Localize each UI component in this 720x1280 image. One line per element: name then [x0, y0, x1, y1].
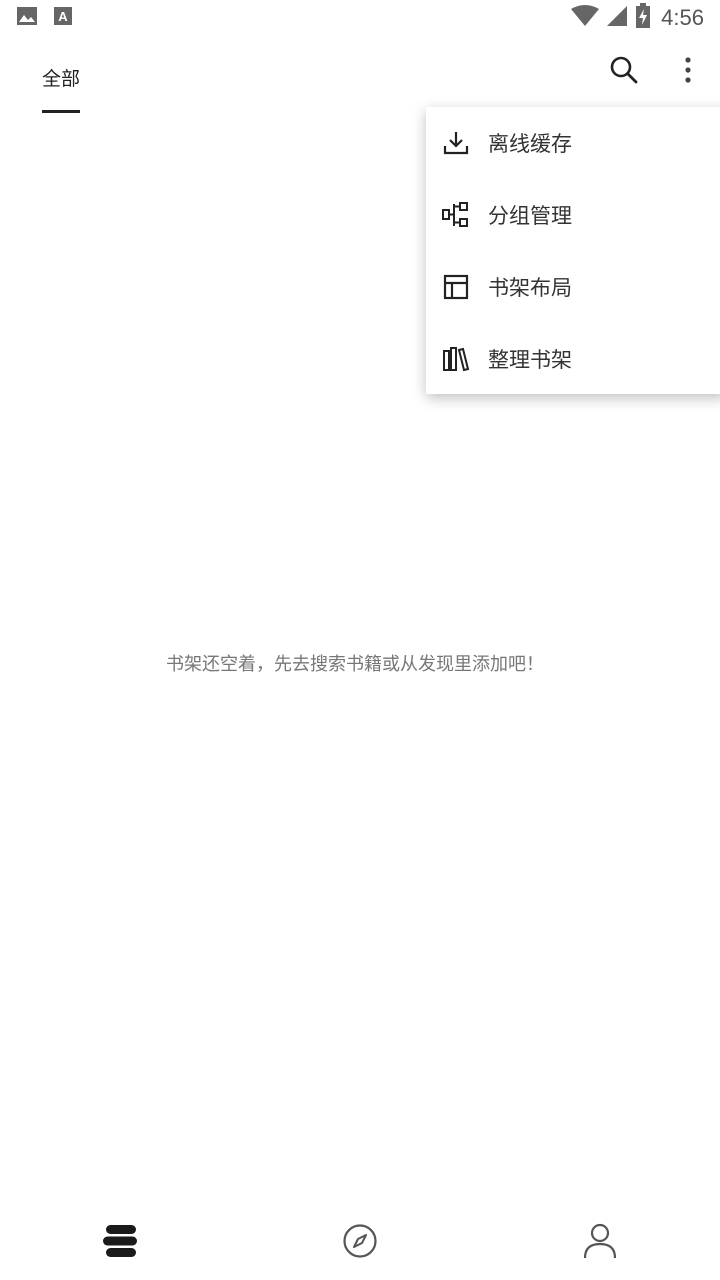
- more-vert-icon: [684, 56, 692, 88]
- status-time: 4:56: [661, 5, 704, 30]
- svg-text:A: A: [58, 9, 68, 24]
- battery-charging-icon: [635, 3, 651, 33]
- bookshelf-icon: [102, 1224, 138, 1262]
- menu-item-label: 书架布局: [488, 276, 572, 300]
- keyboard-a-icon: A: [54, 6, 72, 30]
- group-manage-icon: [442, 201, 470, 229]
- nav-bookshelf[interactable]: [0, 1206, 240, 1280]
- nav-profile[interactable]: [480, 1206, 720, 1280]
- cell-signal-icon: [605, 5, 629, 31]
- compass-icon: [342, 1223, 378, 1263]
- search-icon: [609, 55, 639, 89]
- empty-bookshelf-message: 书架还空着，先去搜索书籍或从发现里添加吧！: [166, 654, 544, 675]
- person-icon: [583, 1223, 617, 1263]
- layout-icon: [442, 273, 470, 301]
- menu-item-shelf-layout[interactable]: 书架布局: [426, 251, 720, 323]
- bookshelf-screen: A 4:56 全部 书架还空着，先去搜索书籍或从发现里添加吧！ 离线缓存 分组管…: [0, 0, 720, 1280]
- search-button[interactable]: [604, 52, 644, 92]
- more-options-button[interactable]: [668, 52, 708, 92]
- download-icon: [442, 129, 470, 157]
- menu-item-arrange-shelf[interactable]: 整理书架: [426, 323, 720, 395]
- wifi-icon: [571, 5, 600, 31]
- menu-item-label: 分组管理: [488, 204, 572, 228]
- image-icon: [16, 6, 38, 30]
- top-bar: 全部: [0, 36, 720, 116]
- tab-all[interactable]: 全部: [42, 64, 80, 91]
- menu-item-label: 离线缓存: [488, 132, 572, 156]
- overflow-menu: 离线缓存 分组管理 书架布局 整理书架: [426, 107, 720, 394]
- bottom-navigation: [0, 1206, 720, 1280]
- menu-item-offline-cache[interactable]: 离线缓存: [426, 107, 720, 179]
- status-bar: A 4:56: [0, 0, 720, 36]
- menu-item-label: 整理书架: [488, 348, 572, 372]
- menu-item-group-manage[interactable]: 分组管理: [426, 179, 720, 251]
- tab-indicator: [42, 110, 80, 113]
- nav-discover[interactable]: [240, 1206, 480, 1280]
- books-icon: [442, 345, 470, 373]
